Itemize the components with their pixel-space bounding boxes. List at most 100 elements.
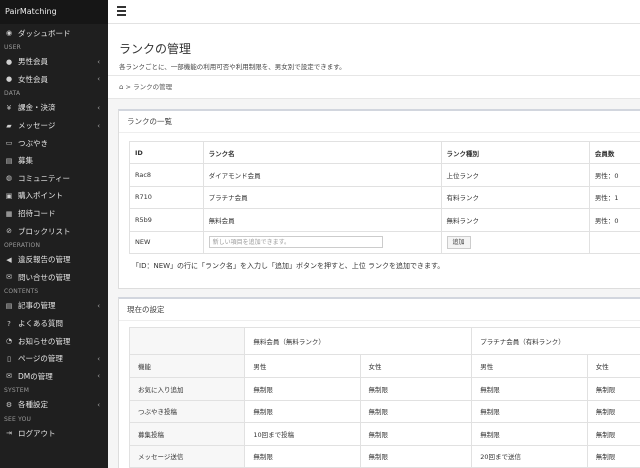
breadcrumb: ⌂ > ランクの管理 [108,76,640,99]
table-row: メッセージ送信 無制限 無制限 20回まで送信 無制限 [128,444,640,468]
add-cell: 追加 [440,230,590,254]
sidebar-item-blocklist[interactable]: ⊘ ブロックリスト [0,222,108,240]
section-label-user: USER [4,44,21,51]
mail-icon: ✉ [6,372,12,381]
page-icon: ▯ [7,354,11,363]
sidebar-item-faq[interactable]: ? よくある質問 [0,315,108,333]
ban-icon: ⊘ [6,227,12,236]
sidebar-item-settings[interactable]: ⚙ 各種設定 ‹ [0,396,108,414]
user-icon: ● [5,75,13,84]
add-button[interactable]: 追加 [446,235,471,249]
setting-value: 無制限 [359,444,473,468]
rank-id: NEW [129,230,204,254]
rank-members: 男性：0 [588,163,640,187]
sidebar-item-recruit[interactable]: ▤ 募集 [0,152,108,170]
table-row: つぶやき投稿 無制限 無制限 無制限 無制限 [128,399,640,423]
sidebar-item-tweets[interactable]: ▭ つぶやき [0,134,108,152]
page-subtitle: 各ランクごとに、一部機能の利用可否や利用制限を、男女別で設定できます。 [119,63,346,71]
feature-header: 機能 [128,354,246,378]
setting-value: 無制限 [244,444,361,468]
users-icon: ◍ [5,174,13,183]
table-header-row: ID ランク名 ランク種別 会員数 [129,141,640,164]
section-label-system: SYSTEM [4,387,30,395]
envelope-icon: ✉ [6,273,12,282]
sidebar-item-articles[interactable]: ▤ 記事の管理 ‹ [0,297,108,315]
sidebar-item-community[interactable]: ◍ コミュニティー [0,170,108,188]
gear-icon: ⚙ [5,400,13,409]
table-row[interactable]: R710 プラチナ会員 有料ランク 男性：1 [129,185,640,209]
sidebar-item-female[interactable]: ● 女性会員 ‹ [0,71,108,89]
chevron-left-icon: ‹ [97,400,100,409]
sidebar-item-notices[interactable]: ◔ お知らせの管理 [0,332,108,350]
column-header: ID [129,141,204,164]
setting-value: 無制限 [244,399,361,423]
section-label-operation: OPERATION [4,241,41,249]
setting-value: 無制限 [359,422,473,446]
chevron-left-icon: ‹ [97,372,100,381]
question-icon: ? [7,319,11,328]
sidebar-item-violation[interactable]: ◀ 違反報告の管理 [0,251,108,269]
main-content: ランクの管理 各ランクごとに、一部機能の利用可否や利用制限を、男女別で設定できま… [108,24,640,468]
sidebar-item-points[interactable]: ▣ 購入ポイント [0,187,108,205]
hamburger-menu-icon[interactable] [117,6,126,17]
chevron-left-icon: ‹ [97,354,100,363]
table-row: 募集投稿 10回まで投稿 無制限 無制限 無制限 [128,422,640,446]
gender-header: 男性 [244,354,361,378]
dashboard-icon: ◉ [5,29,13,37]
brand-logo[interactable]: PairMatching [0,0,108,24]
new-rank-cell: 新しい項目を追加できます。 [202,230,442,254]
setting-value: 無制限 [586,444,640,468]
sidebar-item-pages[interactable]: ▯ ページの管理 ‹ [0,350,108,368]
sidebar-item-logout[interactable]: ⇥ ログアウト [0,425,108,443]
chevron-left-icon: ‹ [97,75,100,84]
rank-id: Rac8 [129,163,204,187]
document-icon: ▤ [5,156,13,165]
chevron-left-icon: ‹ [97,301,100,310]
sidebar-item-male[interactable]: ● 男性会員 ‹ [0,53,108,71]
sidebar-item-billing[interactable]: ¥ 課金・決済 ‹ [0,99,108,117]
table-row[interactable]: R5b9 無料会員 無料ランク 男性：0 [129,208,640,232]
rank-name[interactable]: プラチナ会員 [202,185,442,209]
settings-table: 無料会員（無料ランク） プラチナ会員（有料ランク） 機能 男性 女性 男性 女性… [128,327,640,468]
new-rank-name-input[interactable]: 新しい項目を追加できます。 [208,236,383,249]
rank-list-box: ランクの一覧 ID ランク名 ランク種別 会員数 Rac8 ダイアモンド会員 上… [118,109,640,289]
group-header: プラチナ会員（有料ランク） [471,327,640,355]
sidebar: PairMatching ◉ ダッシュボード USER ● 男性会員 ‹ ● 女性会員 ‹… [0,0,108,468]
setting-value: 無制限 [359,399,473,423]
rank-type: 上位ランク [440,163,590,187]
rank-members: 男性：1 [588,185,640,209]
sidebar-item-invite[interactable]: ▦ 招待コード [0,205,108,223]
column-header: 会員数 [588,141,640,164]
sidebar-item-messages[interactable]: ▰ メッセージ ‹ [0,117,108,135]
breadcrumb-separator: > [125,83,131,91]
setting-value: 無制限 [244,377,361,401]
gender-header: 男性 [471,354,588,378]
sidebar-item-inquiry[interactable]: ✉ 問い合せの管理 [0,269,108,287]
rank-type: 有料ランク [440,185,590,209]
article-icon: ▤ [5,301,13,310]
gender-header: 女性 [586,354,640,378]
yen-icon: ¥ [6,103,12,112]
sidebar-item-dashboard[interactable]: ◉ ダッシュボード [0,24,108,42]
bell-icon: ◔ [5,337,13,346]
comment-icon: ▭ [5,139,13,148]
rank-name[interactable]: 無料会員 [202,208,442,232]
setting-value: 無制限 [471,422,588,446]
logout-icon: ⇥ [6,429,12,438]
setting-value: 無制限 [471,377,588,401]
sub-header-row: 機能 男性 女性 男性 女性 [128,354,640,378]
setting-value: 無制限 [359,377,473,401]
section-label-contents: CONTENTS [4,288,39,296]
help-note: 「ID：NEW」の行に「ランク名」を入力し「追加」ボタンを押すと、上位 ランクを… [132,262,445,270]
box-title: 現在の設定 [119,299,640,321]
setting-value: 無制限 [586,422,640,446]
rank-name[interactable]: ダイアモンド会員 [202,163,442,187]
rank-id: R710 [129,185,204,209]
table-row[interactable]: Rac8 ダイアモンド会員 上位ランク 男性：0 [129,163,640,187]
empty-cell [588,230,640,254]
sidebar-item-dm[interactable]: ✉ DMの管理 ‹ [0,368,108,386]
feature-label: つぶやき投稿 [128,399,246,423]
current-settings-box: 現在の設定 無料会員（無料ランク） プラチナ会員（有料ランク） 機能 男性 女性… [118,297,640,468]
setting-value: 20回まで送信 [471,444,588,468]
home-icon[interactable]: ⌂ [119,83,123,91]
